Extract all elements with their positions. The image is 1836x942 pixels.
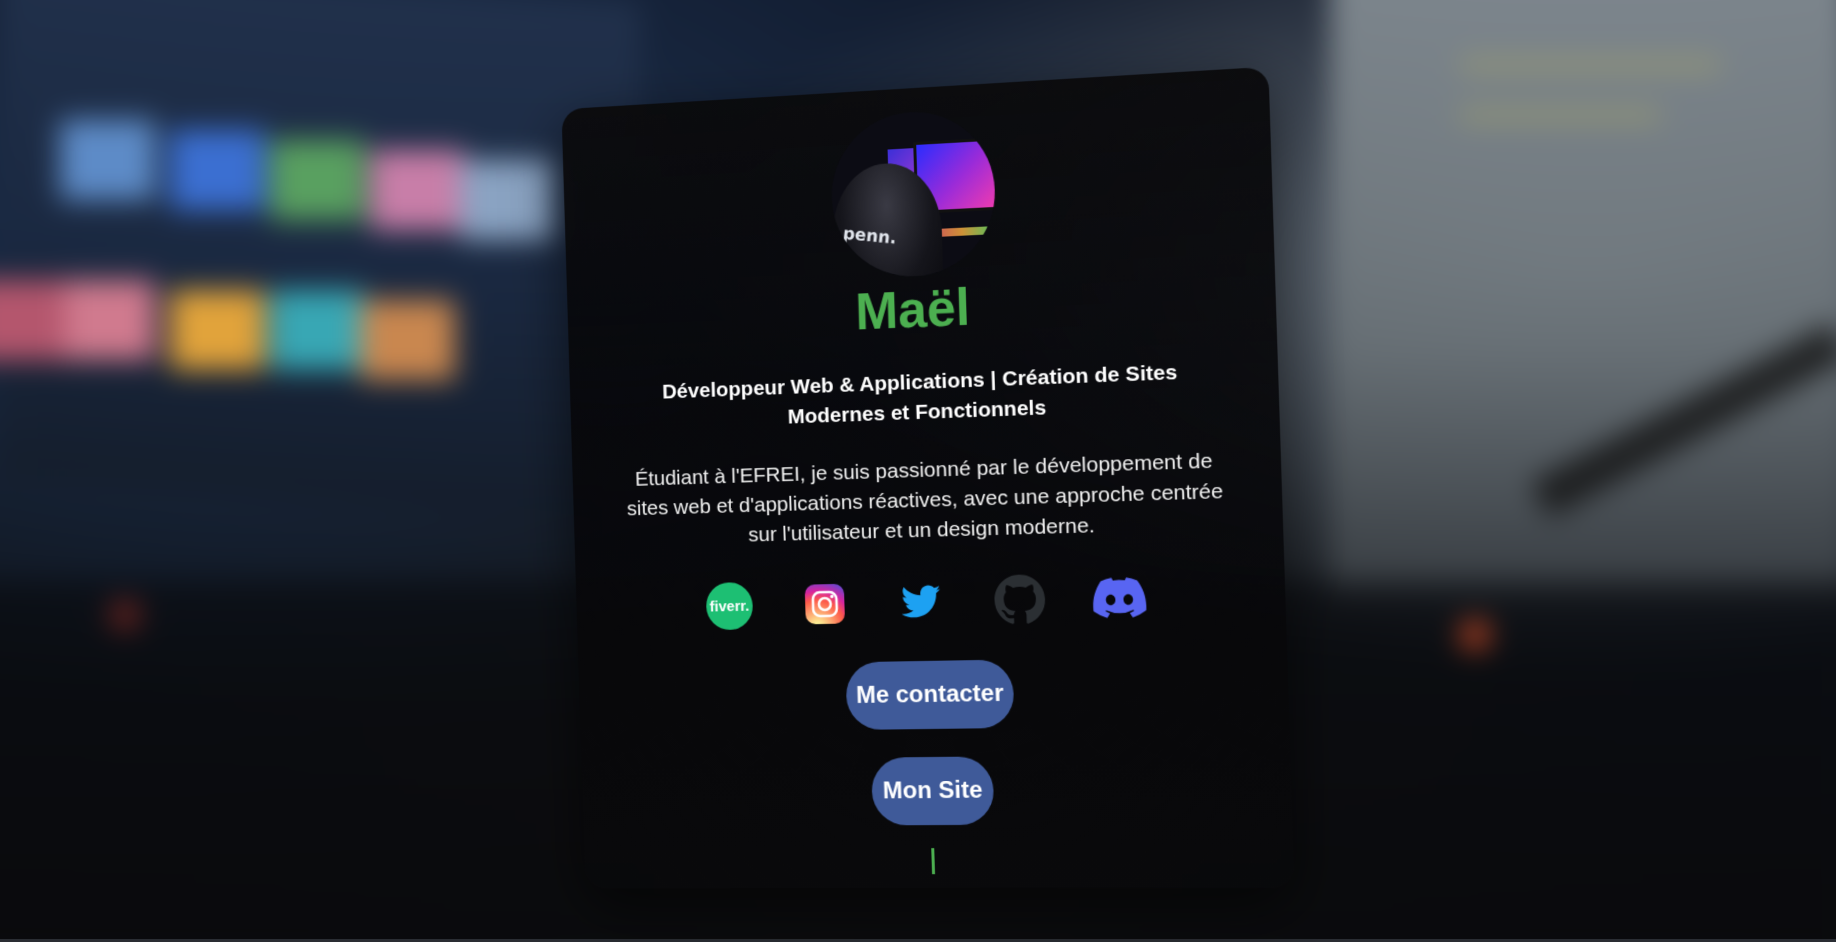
my-site-button[interactable]: Mon Site	[870, 756, 995, 826]
contact-button[interactable]: Me contacter	[845, 659, 1015, 730]
svg-text:fiverr.: fiverr.	[710, 598, 750, 616]
discord-icon	[1092, 576, 1147, 619]
github-link[interactable]	[993, 573, 1047, 627]
instagram-link[interactable]	[799, 578, 852, 631]
typing-cursor	[931, 848, 936, 875]
avatar: penn.	[829, 107, 998, 280]
fiverr-icon: fiverr.	[705, 581, 754, 631]
twitter-icon	[901, 585, 942, 618]
profile-description: Étudiant à l'EFREI, je suis passionné pa…	[626, 449, 1224, 547]
fiverr-link[interactable]: fiverr.	[704, 580, 756, 632]
discord-link[interactable]	[1092, 571, 1147, 625]
instagram-icon	[804, 583, 846, 625]
github-icon	[993, 574, 1046, 625]
social-links: fiverr.	[576, 567, 1286, 634]
profile-headline: Développeur Web & Applications | Créatio…	[661, 360, 1178, 429]
profile-name: Maël	[854, 278, 972, 342]
profile-card: penn. Maël Développeur Web & Application…	[561, 66, 1295, 889]
twitter-link[interactable]	[895, 575, 948, 628]
